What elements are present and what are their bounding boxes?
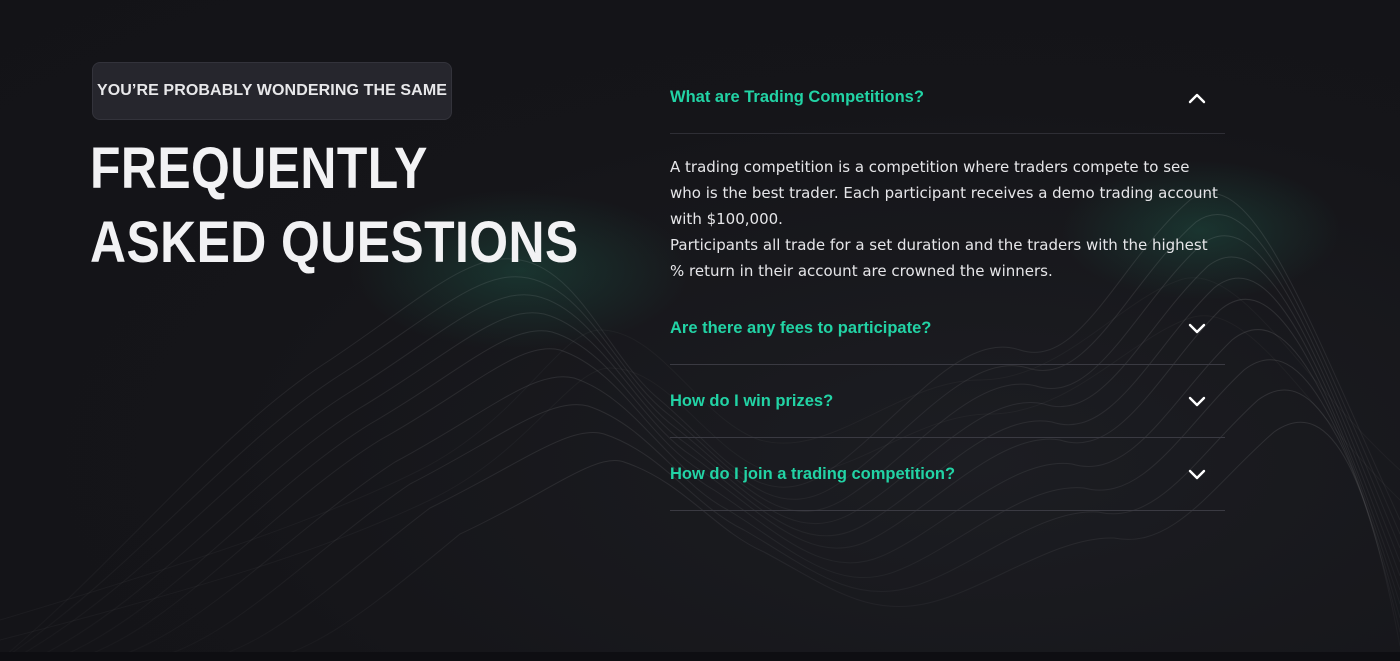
chevron-down-icon[interactable] <box>1187 464 1207 484</box>
faq-question-toggle[interactable]: How do I win prizes? <box>670 365 1225 437</box>
faq-answer-paragraph: Participants all trade for a set duratio… <box>670 236 1208 280</box>
faq-question-toggle[interactable]: How do I join a trading competition? <box>670 438 1225 510</box>
eyebrow-badge: YOU’RE PROBABLY WONDERING THE SAME <box>92 62 452 120</box>
chevron-down-icon[interactable] <box>1187 318 1207 338</box>
page-title-line-2: ASKED QUESTIONS <box>90 210 579 275</box>
chevron-up-icon[interactable] <box>1187 88 1207 108</box>
faq-question-toggle[interactable]: What are Trading Competitions? <box>670 62 1225 133</box>
faq-answer-paragraph: A trading competition is a competition w… <box>670 158 1218 228</box>
page-title: FREQUENTLY ASKED QUESTIONS <box>90 132 579 280</box>
faq-question-text: Are there any fees to participate? <box>670 318 932 337</box>
faq-section: YOU’RE PROBABLY WONDERING THE SAME FREQU… <box>0 0 1400 661</box>
faq-question-text: What are Trading Competitions? <box>670 88 924 106</box>
faq-question-text: How do I join a trading competition? <box>670 464 956 483</box>
section-bottom-strip <box>0 652 1400 661</box>
faq-question-toggle[interactable]: Are there any fees to participate? <box>670 292 1225 364</box>
faq-item-join-competition: How do I join a trading competition? <box>670 438 1225 511</box>
faq-item-win-prizes: How do I win prizes? <box>670 365 1225 438</box>
faq-item-what-are-trading-competitions: What are Trading Competitions? A trading… <box>670 62 1225 292</box>
faq-question-text: How do I win prizes? <box>670 391 834 410</box>
chevron-down-icon[interactable] <box>1187 391 1207 411</box>
faq-accordion: What are Trading Competitions? A trading… <box>670 62 1225 511</box>
faq-item-fees: Are there any fees to participate? <box>670 292 1225 365</box>
page-title-line-1: FREQUENTLY <box>90 136 428 201</box>
faq-answer: A trading competition is a competition w… <box>670 134 1225 292</box>
